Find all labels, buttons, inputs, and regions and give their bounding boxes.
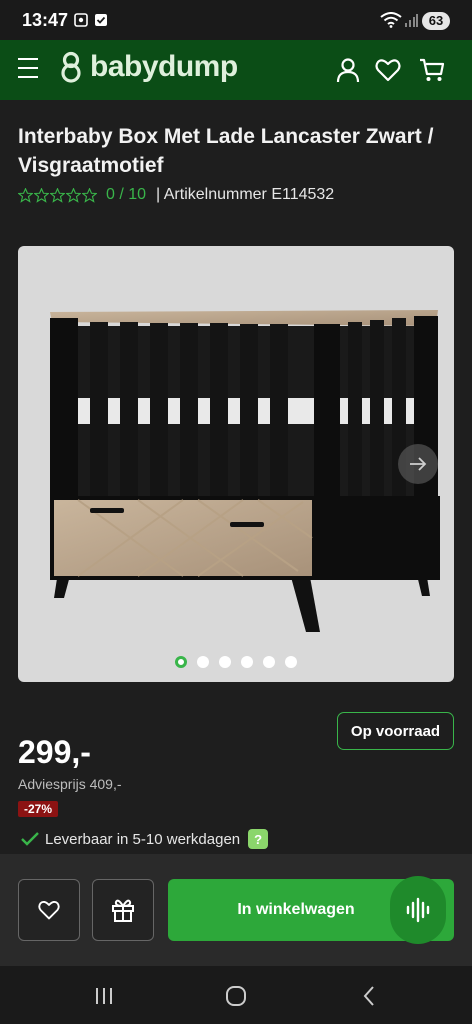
delivery-help-button[interactable]: ?	[248, 829, 269, 849]
site-header: babydump	[0, 40, 472, 100]
heart-icon[interactable]	[374, 56, 402, 84]
gallery-dot[interactable]	[219, 656, 231, 668]
battery-indicator: 63	[422, 12, 450, 30]
logo-icon	[61, 51, 81, 83]
crib-image	[50, 310, 440, 632]
gift-button[interactable]	[92, 879, 154, 941]
checkbox-icon	[95, 14, 107, 26]
wifi-icon	[380, 12, 402, 28]
system-nav-bar	[0, 966, 472, 1024]
gallery-dot[interactable]	[263, 656, 275, 668]
gallery-dot[interactable]	[197, 656, 209, 668]
arrow-right-icon	[410, 457, 427, 471]
voice-icon	[406, 897, 430, 923]
price: 299,-	[18, 734, 91, 770]
home-icon[interactable]	[224, 984, 248, 1008]
action-bar: In winkelwagen	[0, 854, 472, 966]
wishlist-button[interactable]	[18, 879, 80, 941]
status-time: 13:47	[22, 10, 69, 30]
star-icon	[50, 187, 65, 203]
star-icon	[66, 187, 81, 203]
recents-icon[interactable]	[92, 984, 116, 1008]
check-icon	[21, 832, 39, 846]
signal-icon	[405, 14, 418, 27]
cart-icon[interactable]	[418, 56, 446, 84]
star-icon	[18, 187, 33, 203]
account-icon[interactable]	[334, 56, 362, 84]
star-icon	[34, 187, 49, 203]
delivery-info: Leverbaar in 5-10 werkdagen ?	[20, 829, 269, 849]
stock-status-button[interactable]: Op voorraad	[337, 712, 454, 750]
back-icon[interactable]	[358, 984, 382, 1008]
advice-price: Adviesprijs 409,-	[18, 776, 122, 792]
voice-assistant-button[interactable]	[390, 876, 446, 944]
gallery-dot[interactable]	[241, 656, 253, 668]
star-icon	[82, 187, 97, 203]
rating-stars[interactable]	[18, 187, 98, 203]
rating-row: 0 / 10 | Artikelnummer E114532	[18, 186, 334, 204]
add-to-cart-label: In winkelwagen	[237, 901, 355, 918]
screenshot-icon	[74, 13, 88, 27]
article-number: | Artikelnummer E114532	[156, 186, 335, 203]
rating-score: 0 / 10	[106, 186, 147, 203]
gallery-next-button[interactable]	[398, 444, 438, 484]
delivery-text: Leverbaar in 5-10 werkdagen	[45, 830, 241, 848]
gallery-dot[interactable]	[175, 656, 187, 668]
gallery-dots	[18, 656, 454, 668]
discount-badge: -27%	[18, 801, 59, 817]
gallery-dot[interactable]	[285, 656, 297, 668]
brand-logo[interactable]: babydump	[58, 50, 238, 84]
brand-name: babydump	[90, 50, 238, 83]
product-title: Interbaby Box Met Lade Lancaster Zwart /…	[18, 125, 434, 177]
menu-icon[interactable]	[18, 58, 40, 80]
status-bar: 13:47 63	[0, 0, 472, 40]
gift-icon	[112, 899, 134, 922]
product-image-gallery[interactable]	[18, 246, 454, 682]
heart-icon	[38, 900, 60, 920]
